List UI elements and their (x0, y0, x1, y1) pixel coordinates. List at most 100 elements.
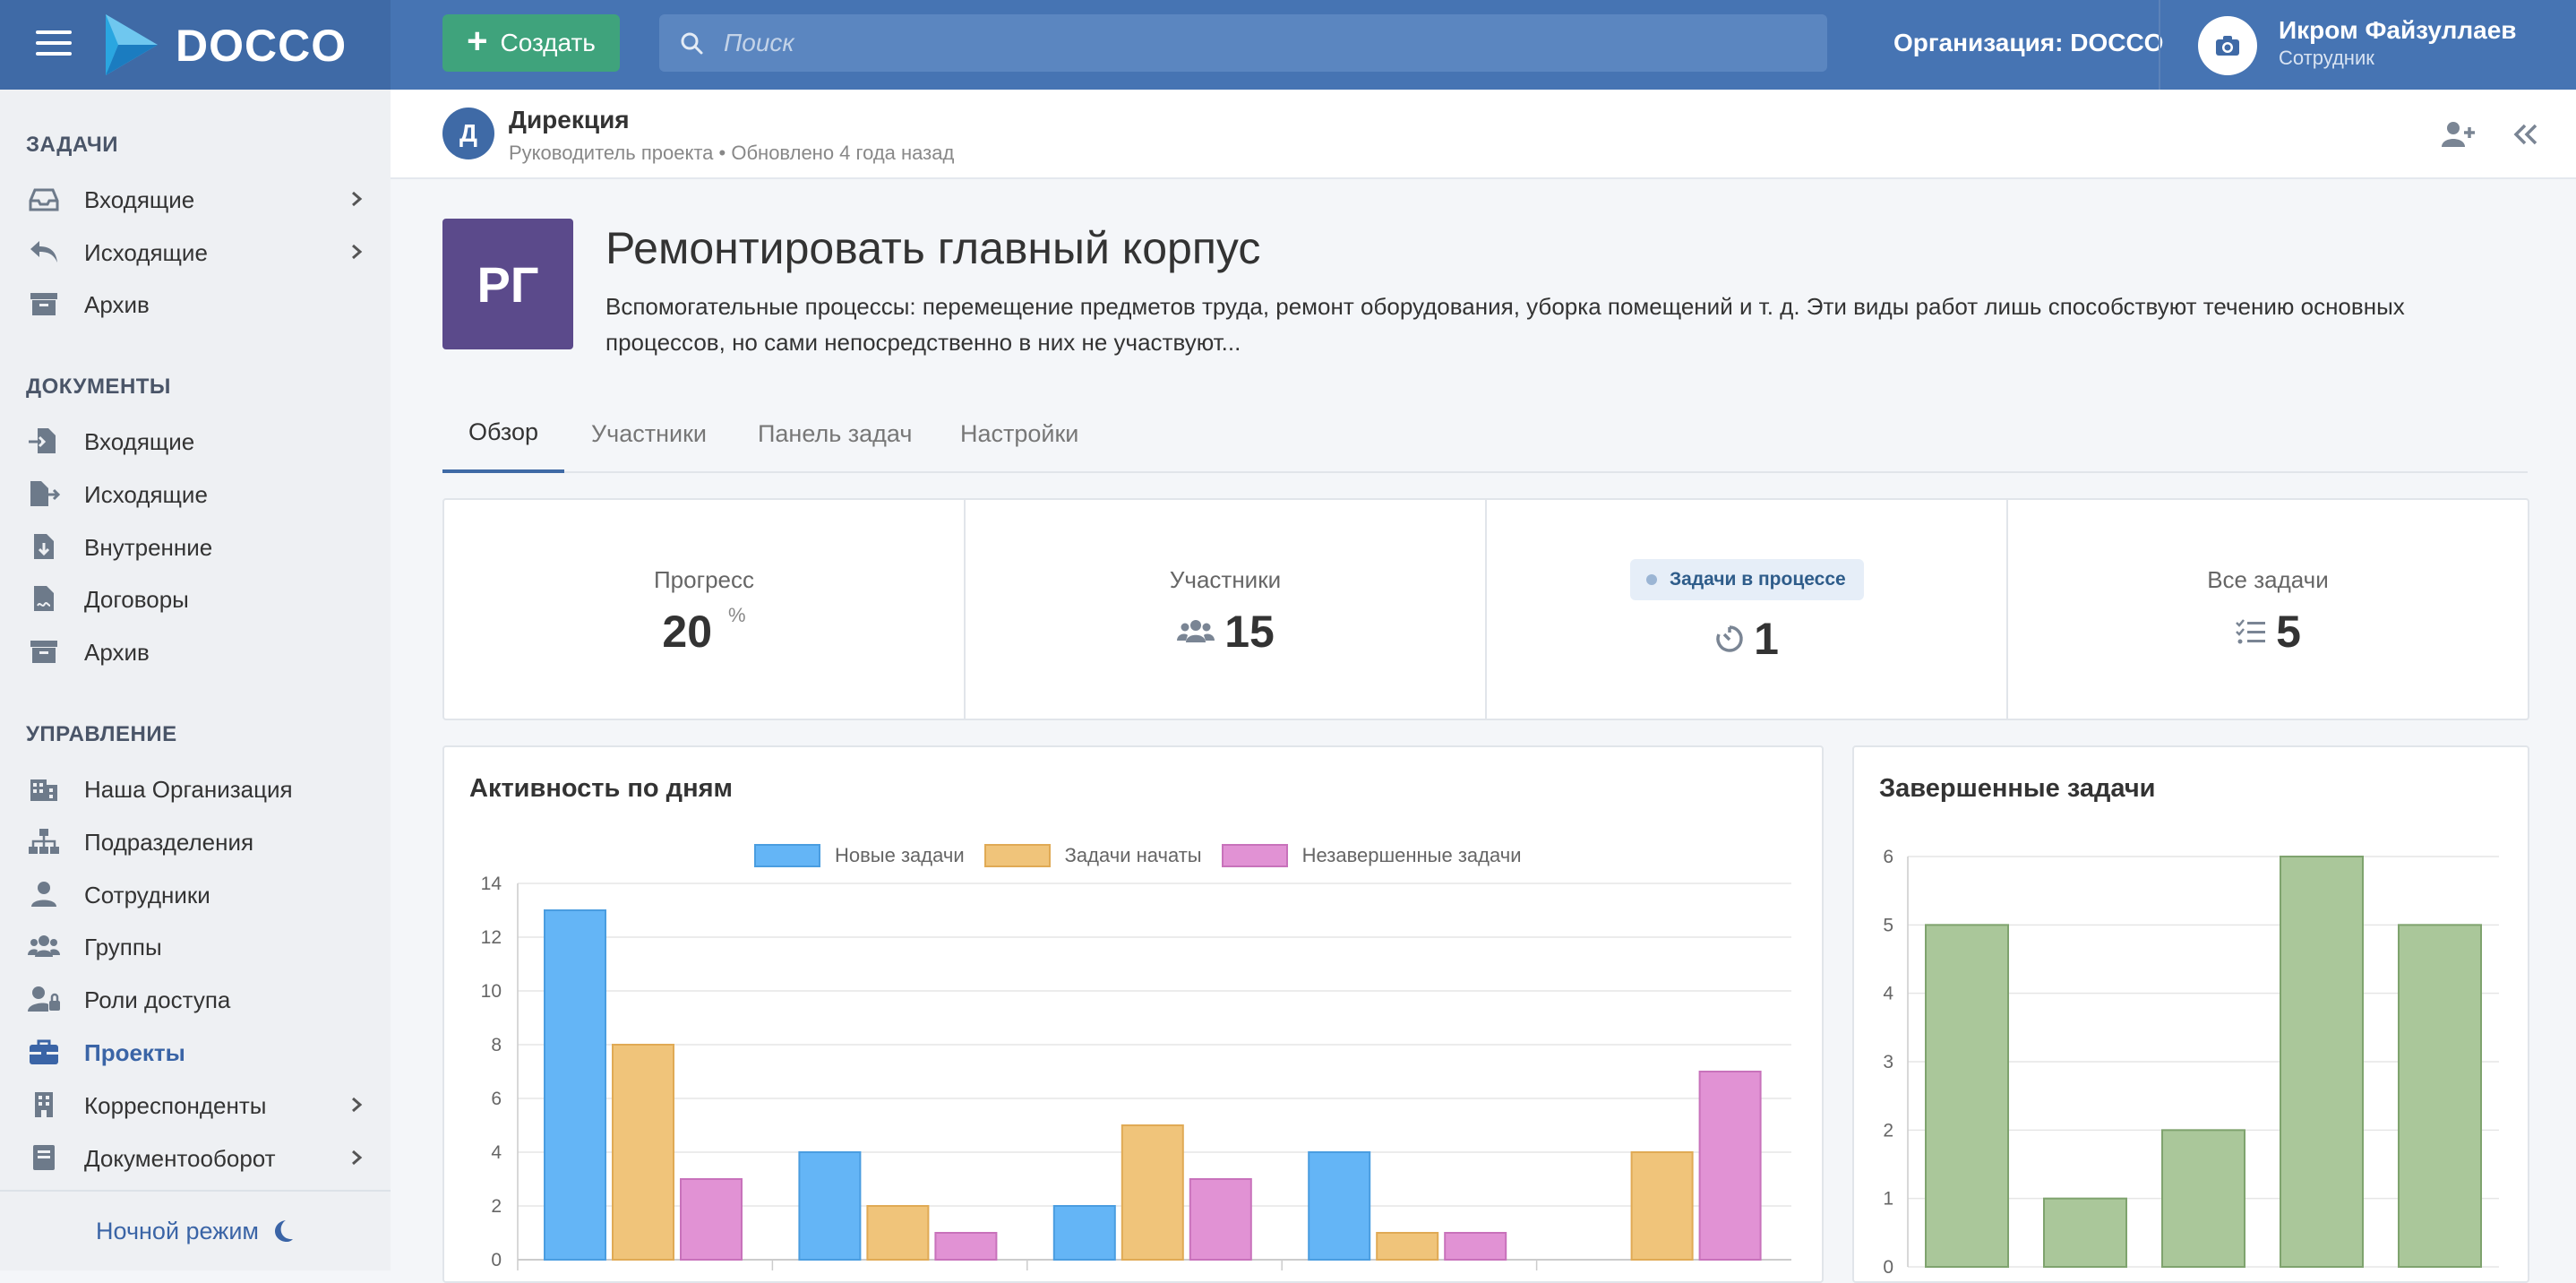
sidebar-item-docs-contracts[interactable]: Договоры (0, 575, 391, 622)
tab-task-board[interactable]: Панель задач (758, 394, 912, 473)
user-name[interactable]: Икром Файзуллаев (2279, 16, 2517, 45)
tab-overview[interactable]: Обзор (442, 394, 564, 473)
sidebar-item-label: Входящие (84, 428, 195, 455)
bar-new (798, 1151, 862, 1261)
reply-icon (30, 241, 57, 263)
sidebar-item-label: Подразделения (84, 829, 254, 856)
organization-label[interactable]: Организация: DOCCO (1893, 29, 2163, 57)
y-tick-label: 8 (491, 1035, 502, 1055)
sidebar-item-document-flow[interactable]: Документооборот (0, 1134, 391, 1181)
sidebar-item-tasks-archive[interactable]: Архив (0, 280, 391, 327)
sidebar-item-correspondents[interactable]: Корреспонденты (0, 1081, 391, 1128)
tab-members[interactable]: Участники (591, 394, 707, 473)
y-tick-label: 3 (1883, 1052, 1893, 1072)
y-tick-label: 0 (491, 1250, 502, 1270)
sidebar-item-groups[interactable]: Группы (0, 923, 391, 969)
file-download-icon (34, 534, 54, 559)
stat-progress-value-row: 20% (444, 604, 964, 658)
file-export-icon (30, 481, 61, 506)
sidebar-item-docs-archive[interactable]: Архив (0, 628, 391, 675)
night-mode-toggle[interactable]: Ночной режим (0, 1190, 391, 1270)
bar-completed (2161, 1129, 2245, 1269)
sidebar-item-tasks-inbox[interactable]: Входящие (0, 176, 391, 222)
user-avatar[interactable] (2198, 16, 2257, 75)
stat-in-progress-value-row: 1 (1487, 613, 2006, 665)
briefcase-icon (30, 1039, 58, 1064)
user-icon (31, 882, 56, 907)
sidebar-item-docs-incoming[interactable]: Входящие (0, 418, 391, 464)
collapse-panel-icon[interactable] (2510, 118, 2542, 151)
sidebar-section-tasks: ЗАДАЧИ (26, 133, 118, 157)
stat-all-tasks-label: Все задачи (2207, 566, 2329, 593)
users-icon (1177, 620, 1215, 642)
sidebar-item-label: Исходящие (84, 481, 208, 508)
book-icon (33, 1145, 55, 1170)
bar-new (544, 909, 606, 1261)
sitemap-icon (29, 829, 59, 854)
users-icon (28, 935, 60, 957)
night-mode-label: Ночной режим (96, 1217, 259, 1244)
brand-name: DOCCO (176, 21, 348, 71)
stat-all-tasks: Все задачи 5 (2008, 500, 2528, 719)
sidebar-item-label: Внутренние (84, 534, 213, 561)
y-tick-label: 14 (481, 874, 502, 894)
chevron-right-icon (352, 244, 363, 260)
sidebar-item-label: Роли доступа (84, 986, 231, 1013)
sidebar-item-tasks-outbox[interactable]: Исходящие (0, 228, 391, 275)
activity-bar-chart: 0 2 4 6 8 10 12 14 (481, 874, 1791, 1270)
bar-completed (2280, 856, 2364, 1268)
stat-all-tasks-value-row: 5 (2008, 606, 2528, 658)
sidebar-item-docs-outgoing[interactable]: Исходящие (0, 470, 391, 517)
stat-progress-value: 20 (662, 607, 713, 657)
camera-icon (2216, 36, 2239, 56)
department-name[interactable]: Дирекция (509, 106, 630, 134)
bar-completed (1925, 924, 2009, 1268)
sidebar-item-employees[interactable]: Сотрудники (0, 871, 391, 917)
sidebar-item-projects[interactable]: Проекты (0, 1029, 391, 1075)
project-header-strip (391, 90, 2576, 179)
y-tick-label: 12 (481, 927, 502, 948)
bar-unfinished (934, 1232, 998, 1261)
chevron-right-icon (352, 191, 363, 207)
tab-settings[interactable]: Настройки (960, 394, 1078, 473)
bar-started (1121, 1124, 1184, 1261)
sidebar-item-our-organization[interactable]: Наша Организация (0, 765, 391, 812)
sidebar-item-departments[interactable]: Подразделения (0, 818, 391, 865)
plus-icon: + (467, 22, 488, 61)
moon-icon (274, 1220, 293, 1242)
activity-chart-card: Активность по дням Новые задачи Задачи н… (442, 745, 1824, 1283)
bar-completed (2398, 924, 2482, 1268)
sidebar-item-label: Проекты (84, 1039, 185, 1066)
sidebar-item-label: Исходящие (84, 239, 208, 266)
chevron-right-icon (352, 1150, 363, 1166)
top-bar: DOCCO + Создать Организация: DOCCO Икром… (0, 0, 2576, 90)
sidebar-section-documents: ДОКУМЕНТЫ (26, 375, 171, 399)
create-button[interactable]: + Создать (442, 14, 620, 72)
bar-unfinished (1189, 1178, 1252, 1261)
hamburger-menu-icon[interactable] (36, 30, 72, 59)
add-user-icon[interactable] (2440, 116, 2476, 152)
bar-new (1308, 1151, 1371, 1261)
in-progress-badge: Задачи в процессе (1630, 559, 1864, 600)
search-box (659, 14, 1827, 72)
stat-in-progress: Задачи в процессе 1 (1487, 500, 2008, 719)
bar-started (866, 1205, 930, 1261)
search-input[interactable] (724, 14, 1799, 72)
sidebar-item-docs-internal[interactable]: Внутренние (0, 523, 391, 570)
bar-started (1376, 1232, 1439, 1261)
bar-new (1052, 1205, 1116, 1261)
sidebar-item-access-roles[interactable]: Роли доступа (0, 976, 391, 1022)
sidebar-section-management: УПРАВЛЕНИЕ (26, 722, 177, 746)
stat-progress-unit: % (728, 604, 746, 626)
docco-logo-icon (106, 14, 158, 75)
sidebar-item-label: Документооборот (84, 1145, 276, 1172)
sidebar-item-label: Корреспонденты (84, 1092, 267, 1119)
archive-icon (30, 641, 57, 663)
y-tick-label: 0 (1883, 1257, 1893, 1278)
sidebar-item-label: Сотрудники (84, 882, 210, 908)
stat-members: Участники 15 (966, 500, 1487, 719)
stat-members-label: Участники (1169, 566, 1282, 593)
timer-icon (1716, 625, 1743, 652)
completed-chart-card: Завершенные задачи 0123456 (1852, 745, 2529, 1283)
chevron-right-icon (352, 1097, 363, 1113)
